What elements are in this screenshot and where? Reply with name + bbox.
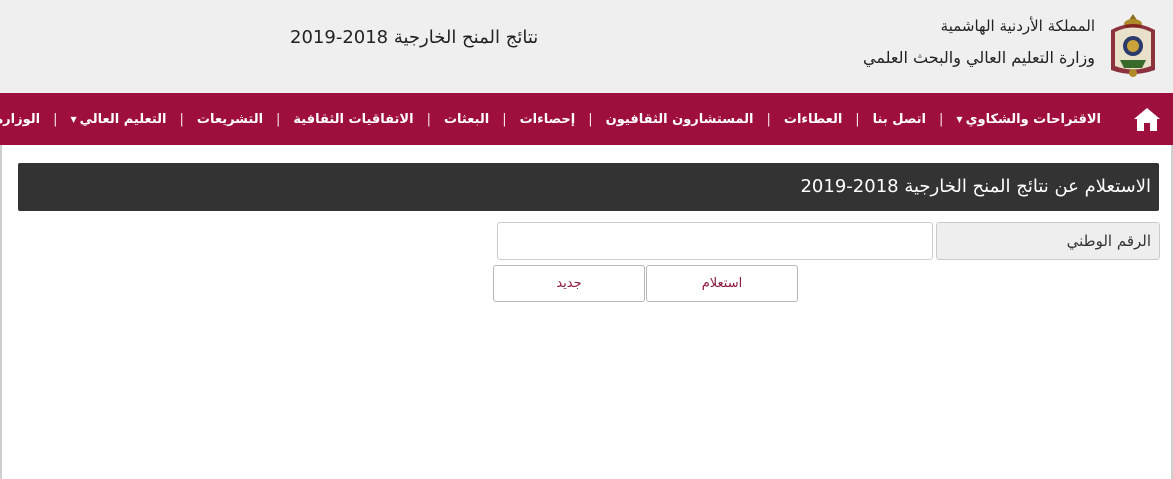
nav-separator: | <box>276 111 281 127</box>
main-content: الاستعلام عن نتائج المنح الخارجية 2018-2… <box>0 145 1173 479</box>
panel-title: الاستعلام عن نتائج المنح الخارجية 2018-2… <box>800 176 1151 197</box>
nav-item-8[interactable]: العطاءات <box>784 112 842 127</box>
nav-item-label: البعثات <box>443 111 490 127</box>
nav-separator: | <box>939 111 944 127</box>
nav-item-label: إحصاءات <box>519 111 576 127</box>
nav-item-3[interactable]: التشريعات <box>197 112 263 127</box>
page-title: نتائج المنح الخارجية 2018-2019 <box>290 27 539 48</box>
nav-item-label: المستشارون الثقافيون <box>605 111 754 127</box>
home-icon[interactable] <box>1133 106 1161 132</box>
kingdom-name: المملكة الأردنية الهاشمية <box>940 17 1095 35</box>
nav-item-5[interactable]: البعثات <box>444 112 489 127</box>
nav-item-label: العطاءات <box>783 111 843 127</box>
nav-item-label: التشريعات <box>196 111 264 127</box>
caret-down-icon: ▼ <box>956 114 963 124</box>
nav-separator: | <box>855 111 860 127</box>
nav-item-2[interactable]: التعليم العالي ▼ <box>70 112 166 127</box>
nav-separator: | <box>53 111 58 127</box>
ministry-name: وزارة التعليم العالي والبحث العلمي <box>863 48 1095 67</box>
nav-separator: | <box>766 111 771 127</box>
caret-down-icon: ▼ <box>70 114 77 124</box>
nav-item-6[interactable]: إحصاءات <box>520 112 576 127</box>
nav-item-10[interactable]: الاقتراحات والشكاوي ▼ <box>956 112 1101 127</box>
jordan-coat-of-arms-icon <box>1111 14 1155 77</box>
query-button[interactable]: استعلام <box>646 265 798 302</box>
panel-header: الاستعلام عن نتائج المنح الخارجية 2018-2… <box>18 163 1159 211</box>
new-button[interactable]: جديد <box>493 265 645 302</box>
nav-separator: | <box>502 111 507 127</box>
nav-separator: | <box>588 111 593 127</box>
nav-separator: | <box>179 111 184 127</box>
main-nav: الوزارة▼|التعليم العالي▼|التشريعات|الاتف… <box>0 93 1173 145</box>
national-id-label-box: الرقم الوطني <box>936 222 1160 260</box>
site-header: المملكة الأردنية الهاشمية وزارة التعليم … <box>0 0 1173 93</box>
nav-item-9[interactable]: اتصل بنا <box>873 112 926 127</box>
nav-item-1[interactable]: الوزارة▼ <box>0 112 40 127</box>
nav-menu: الوزارة▼|التعليم العالي▼|التشريعات|الاتف… <box>0 93 1101 145</box>
nav-item-label: الاقتراحات والشكاوي <box>965 111 1101 127</box>
national-id-label: الرقم الوطني <box>1066 232 1151 250</box>
nav-item-label: التعليم العالي <box>79 111 167 127</box>
nav-item-4[interactable]: الاتفاقيات الثقافية <box>293 112 413 127</box>
nav-item-label: الوزارة <box>0 111 41 127</box>
nav-separator: | <box>426 111 431 127</box>
national-id-input[interactable] <box>497 222 933 260</box>
nav-item-label: الاتفاقيات الثقافية <box>293 111 414 127</box>
nav-item-label: اتصل بنا <box>872 111 927 127</box>
nav-item-7[interactable]: المستشارون الثقافيون <box>606 112 754 127</box>
